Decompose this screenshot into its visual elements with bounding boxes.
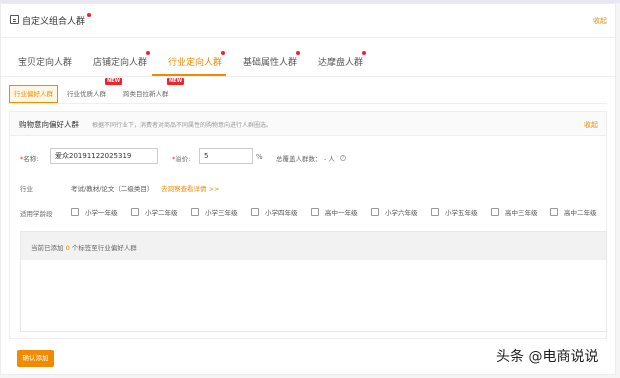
grade-checkbox-label: 小学六年级 <box>385 209 418 217</box>
grade-checkbox-label: 高中二年级 <box>564 209 597 217</box>
title-dot <box>87 13 91 17</box>
subtab-divider <box>9 103 607 104</box>
panel-collapse-link[interactable]: 收起 <box>584 120 598 130</box>
checkbox-box[interactable] <box>251 208 259 216</box>
audience-tabs: 宝贝定向人群 店铺定向人群 行业定向人群 基础属性人群 达摩盘人群 <box>1 39 615 77</box>
grade-checkbox[interactable]: 小学二年级 <box>131 207 178 217</box>
checkbox-box[interactable] <box>491 208 499 216</box>
grade-checkbox-label: 小学四年级 <box>265 209 298 217</box>
page-title: 自定义组合人群 <box>22 17 86 27</box>
tab-industry-audience[interactable]: 行业定向人群 <box>168 55 222 68</box>
group-icon <box>10 15 19 24</box>
info-icon[interactable]: ? <box>340 153 346 161</box>
grade-checkbox[interactable]: 小学五年级 <box>431 207 478 217</box>
grade-checkbox[interactable]: 小学六年级 <box>371 207 418 217</box>
audience-count-label: 总覆盖人群数： <box>276 155 322 163</box>
tab-basic-attributes[interactable]: 基础属性人群 <box>243 55 297 68</box>
tab-damo-audience[interactable]: 达摩盘人群 <box>318 55 363 68</box>
industry-value: 考试/教材/论文（二级类目） <box>71 185 154 193</box>
subtab-industry-preference[interactable]: 行业偏好人群 <box>9 85 58 103</box>
tab-shop-audience[interactable]: 店铺定向人群 <box>93 55 147 68</box>
industry-label: 行业 <box>20 185 33 193</box>
premium-label-text: 溢价: <box>175 155 191 163</box>
grade-label: 适用学龄段 <box>20 210 53 218</box>
checkbox-box[interactable] <box>550 208 558 216</box>
active-tab-underline <box>152 74 226 76</box>
premium-unit: % <box>256 153 263 161</box>
card-header: 自定义组合人群 收起 <box>1 4 615 38</box>
grade-checkbox-label: 小学二年级 <box>145 209 178 217</box>
insight-detail-link[interactable]: 去洞察查看详情 >> <box>161 183 219 193</box>
checkbox-box[interactable] <box>371 208 379 216</box>
checkbox-box[interactable] <box>311 208 319 216</box>
panel-title: 购物意向偏好人群 <box>19 120 79 129</box>
new-badge: NEW <box>167 78 185 85</box>
new-badge: NEW <box>105 78 123 85</box>
audience-count-value: - 人 <box>324 155 335 163</box>
added-prefix: 当前已添加 <box>31 244 64 252</box>
confirm-add-button[interactable]: 确认添加 <box>17 350 54 367</box>
premium-input[interactable]: 5 <box>199 148 253 164</box>
grade-checkbox[interactable]: 小学三年级 <box>191 207 238 217</box>
name-label-text: 名称: <box>23 155 39 163</box>
grade-checkbox-label: 高中一年级 <box>325 209 358 217</box>
tab-dot <box>146 51 150 55</box>
grade-checkbox-label: 小学三年级 <box>205 209 238 217</box>
grade-checkbox[interactable]: 高中二年级 <box>550 207 597 217</box>
checkbox-box[interactable] <box>131 208 139 216</box>
panel-description: 根据不同行业下，消费者对商品不同属性的购物意向进行人群圈选。 <box>92 122 273 129</box>
added-tags-header: 当前已添加 0 个标签至行业偏好人群 <box>21 232 606 260</box>
header-collapse-link[interactable]: 收起 <box>593 16 607 26</box>
grade-checkbox[interactable]: 高中三年级 <box>491 207 538 217</box>
added-tags-text: 当前已添加 0 个标签至行业偏好人群 <box>31 242 137 252</box>
preference-panel: 购物意向偏好人群 根据不同行业下，消费者对商品不同属性的购物意向进行人群圈选。 … <box>9 111 607 339</box>
checkbox-box[interactable] <box>191 208 199 216</box>
grade-checkbox[interactable]: 小学四年级 <box>251 207 298 217</box>
tab-item-audience[interactable]: 宝贝定向人群 <box>18 55 72 68</box>
subtab-industry-quality[interactable]: 行业优质人群 <box>63 85 110 103</box>
premium-label: *溢价: <box>172 155 191 163</box>
checkbox-box[interactable] <box>431 208 439 216</box>
name-label: *名称: <box>20 155 39 163</box>
grade-checkbox-label: 小学五年级 <box>445 209 478 217</box>
added-tags-box: 当前已添加 0 个标签至行业偏好人群 <box>20 231 607 332</box>
grade-checkbox-label: 高中三年级 <box>505 209 538 217</box>
grade-checkbox-label: 小学一年级 <box>85 209 118 217</box>
tab-dot <box>221 51 225 55</box>
tab-dot <box>362 51 366 55</box>
grade-checkbox[interactable]: 高中一年级 <box>311 207 358 217</box>
panel-header: 购物意向偏好人群 根据不同行业下，消费者对商品不同属性的购物意向进行人群圈选。 … <box>10 112 606 136</box>
custom-audience-card: 自定义组合人群 收起 宝贝定向人群 店铺定向人群 行业定向人群 基础属性人群 达… <box>0 3 616 375</box>
added-suffix: 个标签至行业偏好人群 <box>71 244 137 252</box>
tab-dot <box>296 51 300 55</box>
grade-checkbox[interactable]: 小学一年级 <box>71 207 118 217</box>
watermark: 头条 @电商说说 <box>496 349 599 365</box>
added-count: 0 <box>65 244 70 252</box>
checkbox-box[interactable] <box>71 208 79 216</box>
subtab-cross-category[interactable]: 跨类目拉新人群 <box>119 85 173 103</box>
name-input[interactable]: 爱众20191122025319 <box>50 148 158 164</box>
